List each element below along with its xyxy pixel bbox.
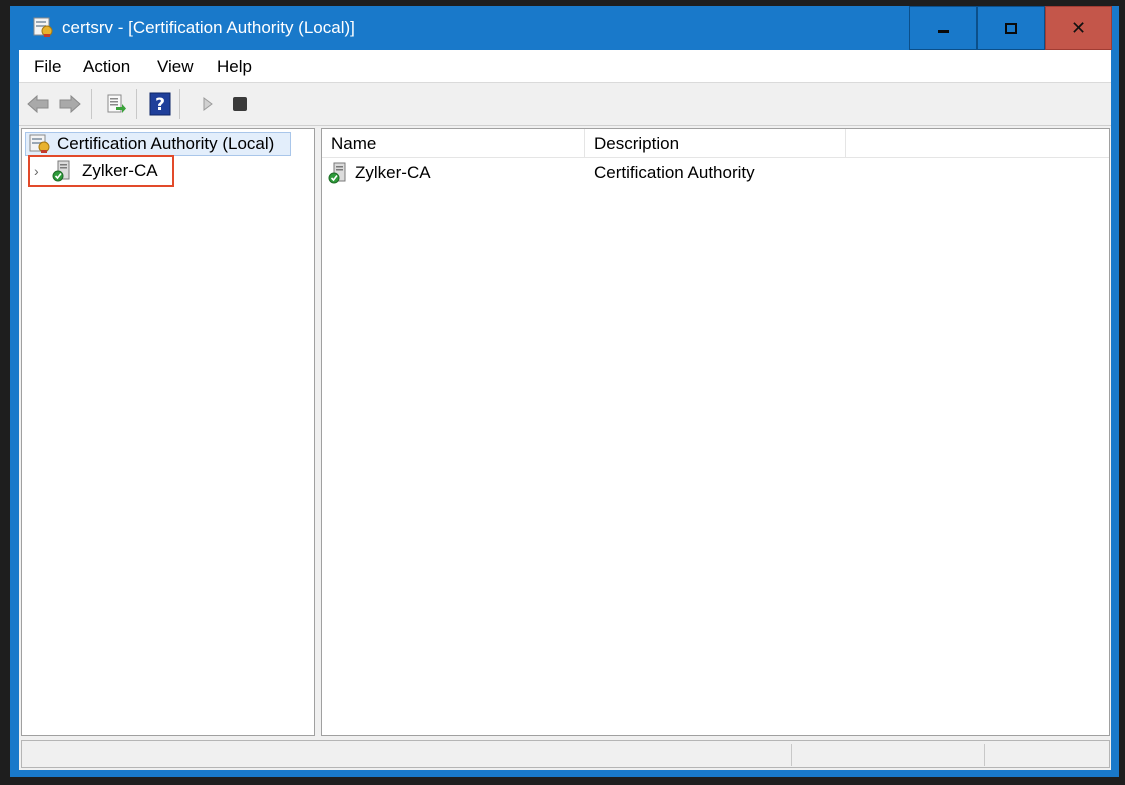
start-service-icon bbox=[203, 97, 213, 111]
help-icon: ? bbox=[149, 92, 171, 116]
tree-child-label: Zylker-CA bbox=[82, 161, 158, 180]
toolbar-separator bbox=[136, 89, 137, 119]
results-pane: Name Description Zylker-CA Certification… bbox=[321, 128, 1110, 736]
export-list-button[interactable] bbox=[103, 91, 129, 117]
toolbar-separator bbox=[91, 89, 92, 119]
ca-server-icon bbox=[52, 160, 70, 182]
cell-description: Certification Authority bbox=[594, 163, 755, 182]
stop-service-button[interactable] bbox=[227, 91, 253, 117]
menu-help[interactable]: Help bbox=[217, 57, 252, 77]
back-icon bbox=[27, 94, 49, 114]
menu-action[interactable]: Action bbox=[83, 57, 130, 77]
menu-file[interactable]: File bbox=[34, 57, 61, 77]
start-service-button[interactable] bbox=[195, 91, 221, 117]
close-icon: ✕ bbox=[1070, 18, 1087, 38]
cell-name: Zylker-CA bbox=[355, 163, 431, 182]
help-button[interactable]: ? bbox=[147, 91, 173, 117]
tree-root-label: Certification Authority (Local) bbox=[57, 134, 275, 153]
mmc-window: certsrv - [Certification Authority (Loca… bbox=[10, 6, 1119, 777]
expand-chevron-icon[interactable]: › bbox=[34, 163, 48, 179]
list-header: Name Description bbox=[322, 129, 1109, 158]
toolbar-separator bbox=[179, 89, 180, 119]
export-list-icon bbox=[107, 94, 126, 113]
forward-button[interactable] bbox=[57, 91, 83, 117]
column-header-description[interactable]: Description bbox=[585, 129, 846, 157]
back-button[interactable] bbox=[25, 91, 51, 117]
minimize-icon bbox=[937, 29, 949, 33]
menu-bar: File Action View Help bbox=[19, 50, 1111, 83]
status-divider bbox=[984, 744, 985, 766]
column-header-name[interactable]: Name bbox=[322, 129, 585, 157]
title-bar[interactable]: certsrv - [Certification Authority (Loca… bbox=[10, 6, 1119, 50]
maximize-button[interactable] bbox=[977, 6, 1045, 50]
maximize-icon bbox=[1005, 22, 1017, 34]
stop-service-icon bbox=[233, 97, 247, 111]
status-divider bbox=[791, 744, 792, 766]
menu-view[interactable]: View bbox=[157, 57, 194, 77]
tree-root-node[interactable]: Certification Authority (Local) bbox=[25, 132, 291, 156]
table-row[interactable]: Zylker-CA Certification Authority bbox=[322, 159, 1109, 187]
toolbar: ? bbox=[19, 83, 1111, 126]
forward-icon bbox=[59, 94, 81, 114]
status-bar bbox=[21, 740, 1110, 768]
close-button[interactable]: ✕ bbox=[1045, 6, 1112, 50]
window-title: certsrv - [Certification Authority (Loca… bbox=[62, 18, 355, 37]
client-area: File Action View Help ? Certification Au… bbox=[19, 50, 1111, 770]
minimize-button[interactable] bbox=[909, 6, 977, 50]
console-tree: Certification Authority (Local) › Zylker… bbox=[21, 128, 315, 736]
svg-text:?: ? bbox=[155, 95, 165, 115]
certification-authority-icon bbox=[29, 134, 50, 153]
ca-server-icon bbox=[328, 162, 346, 184]
tree-node-zylker-ca[interactable]: › Zylker-CA bbox=[28, 155, 174, 187]
certsrv-app-icon bbox=[33, 17, 53, 37]
